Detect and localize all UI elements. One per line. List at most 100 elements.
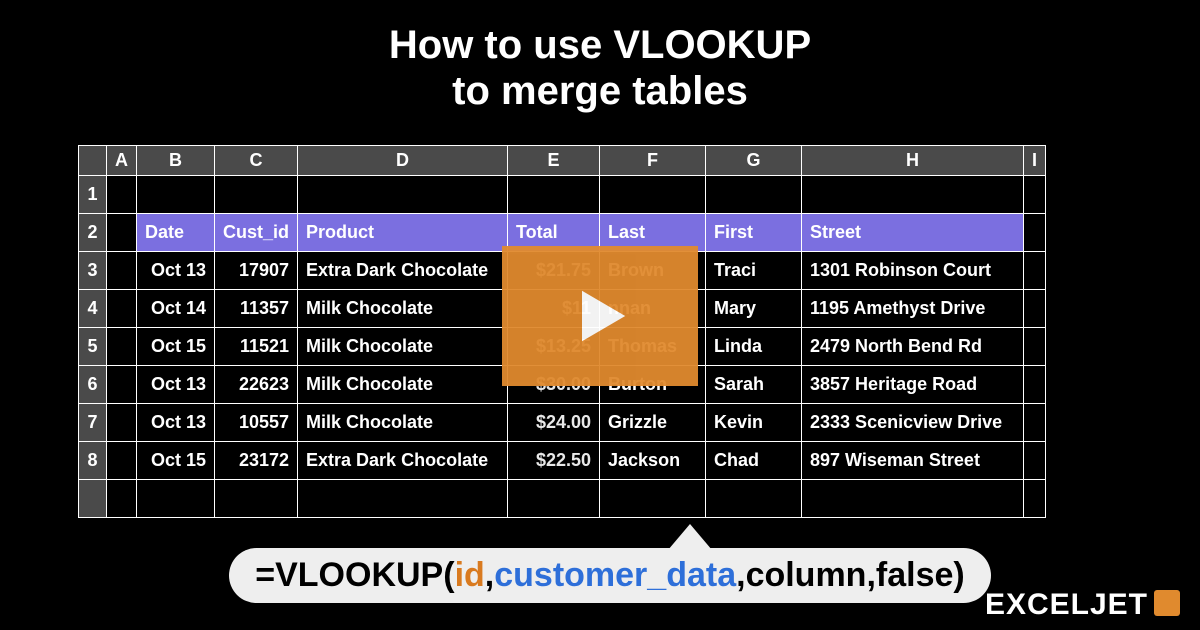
cell-last[interactable]: Grizzle — [600, 404, 706, 442]
row-header-7[interactable]: 7 — [79, 404, 107, 442]
cell[interactable] — [215, 480, 298, 518]
cell-first[interactable]: Sarah — [706, 366, 802, 404]
cell[interactable] — [137, 176, 215, 214]
cell-street[interactable]: 1195 Amethyst Drive — [802, 290, 1024, 328]
cell[interactable] — [1024, 480, 1046, 518]
cell[interactable] — [508, 480, 600, 518]
callout-pointer-icon — [668, 524, 712, 550]
brand-logo: EXCELJET — [985, 588, 1180, 622]
cell-cust[interactable]: 17907 — [215, 252, 298, 290]
cell[interactable] — [107, 252, 137, 290]
cell-street[interactable]: 3857 Heritage Road — [802, 366, 1024, 404]
row-header-empty[interactable] — [79, 480, 107, 518]
cell-street[interactable]: 2333 Scenicview Drive — [802, 404, 1024, 442]
col-header-a[interactable]: A — [107, 146, 137, 176]
row-header-4[interactable]: 4 — [79, 290, 107, 328]
play-button[interactable] — [502, 246, 698, 386]
cell-cust[interactable]: 11357 — [215, 290, 298, 328]
cell[interactable] — [1024, 252, 1046, 290]
cell[interactable] — [600, 176, 706, 214]
row-header-2[interactable]: 2 — [79, 214, 107, 252]
hdr-first[interactable]: First — [706, 214, 802, 252]
cell-first[interactable]: Traci — [706, 252, 802, 290]
formula-callout: =VLOOKUP(id,customer_data,column,false) — [220, 548, 1000, 603]
hdr-cust[interactable]: Cust_id — [215, 214, 298, 252]
cell[interactable] — [107, 442, 137, 480]
cell[interactable] — [107, 480, 137, 518]
col-header-h[interactable]: H — [802, 146, 1024, 176]
cell[interactable] — [298, 480, 508, 518]
formula-arg-table: customer_data — [494, 556, 736, 594]
cell-product[interactable]: Extra Dark Chocolate — [298, 252, 508, 290]
hdr-product[interactable]: Product — [298, 214, 508, 252]
row-header-1[interactable]: 1 — [79, 176, 107, 214]
cell-total[interactable]: $24.00 — [508, 404, 600, 442]
cell[interactable] — [802, 480, 1024, 518]
cell-product[interactable]: Milk Chocolate — [298, 366, 508, 404]
cell-street[interactable]: 2479 North Bend Rd — [802, 328, 1024, 366]
formula-arg-false: false — [876, 556, 954, 594]
row-header-5[interactable]: 5 — [79, 328, 107, 366]
cell-date[interactable]: Oct 13 — [137, 366, 215, 404]
cell[interactable] — [107, 290, 137, 328]
cell-date[interactable]: Oct 13 — [137, 252, 215, 290]
cell[interactable] — [215, 176, 298, 214]
cell-product[interactable]: Milk Chocolate — [298, 404, 508, 442]
col-header-e[interactable]: E — [508, 146, 600, 176]
col-header-g[interactable]: G — [706, 146, 802, 176]
cell[interactable] — [137, 480, 215, 518]
col-header-c[interactable]: C — [215, 146, 298, 176]
cell[interactable] — [107, 366, 137, 404]
cell-product[interactable]: Milk Chocolate — [298, 290, 508, 328]
col-header-b[interactable]: B — [137, 146, 215, 176]
row-header-3[interactable]: 3 — [79, 252, 107, 290]
cell[interactable] — [1024, 290, 1046, 328]
cell[interactable] — [1024, 404, 1046, 442]
cell[interactable] — [1024, 328, 1046, 366]
cell-cust[interactable]: 23172 — [215, 442, 298, 480]
cell[interactable] — [1024, 214, 1046, 252]
page-title: How to use VLOOKUP to merge tables — [0, 0, 1200, 114]
cell[interactable] — [508, 176, 600, 214]
cell[interactable] — [107, 176, 137, 214]
cell-product[interactable]: Extra Dark Chocolate — [298, 442, 508, 480]
cell-date[interactable]: Oct 13 — [137, 404, 215, 442]
cell-total[interactable]: $22.50 — [508, 442, 600, 480]
cell[interactable] — [600, 480, 706, 518]
cell[interactable] — [802, 176, 1024, 214]
hdr-date[interactable]: Date — [137, 214, 215, 252]
cell-product[interactable]: Milk Chocolate — [298, 328, 508, 366]
cell[interactable] — [107, 214, 137, 252]
cell-date[interactable]: Oct 14 — [137, 290, 215, 328]
row-header-8[interactable]: 8 — [79, 442, 107, 480]
cell-cust[interactable]: 11521 — [215, 328, 298, 366]
cell[interactable] — [1024, 442, 1046, 480]
col-header-d[interactable]: D — [298, 146, 508, 176]
row-header-6[interactable]: 6 — [79, 366, 107, 404]
cell-first[interactable]: Linda — [706, 328, 802, 366]
cell[interactable] — [1024, 366, 1046, 404]
cell-date[interactable]: Oct 15 — [137, 328, 215, 366]
col-header-f[interactable]: F — [600, 146, 706, 176]
col-header-i[interactable]: I — [1024, 146, 1046, 176]
cell[interactable] — [706, 480, 802, 518]
cell-cust[interactable]: 10557 — [215, 404, 298, 442]
cell[interactable] — [107, 328, 137, 366]
cell-last[interactable]: Jackson — [600, 442, 706, 480]
formula-arg-col: column — [746, 556, 867, 594]
cell[interactable] — [1024, 176, 1046, 214]
cell-street[interactable]: 897 Wiseman Street — [802, 442, 1024, 480]
cell-first[interactable]: Chad — [706, 442, 802, 480]
column-header-row: A B C D E F G H I — [79, 146, 1046, 176]
hdr-street[interactable]: Street — [802, 214, 1024, 252]
cell[interactable] — [298, 176, 508, 214]
cell-street[interactable]: 1301 Robinson Court — [802, 252, 1024, 290]
cell[interactable] — [706, 176, 802, 214]
cell[interactable] — [107, 404, 137, 442]
formula-comma: , — [866, 556, 875, 594]
cell-first[interactable]: Mary — [706, 290, 802, 328]
cell-date[interactable]: Oct 15 — [137, 442, 215, 480]
cell-first[interactable]: Kevin — [706, 404, 802, 442]
cell-cust[interactable]: 22623 — [215, 366, 298, 404]
play-icon — [564, 280, 636, 352]
